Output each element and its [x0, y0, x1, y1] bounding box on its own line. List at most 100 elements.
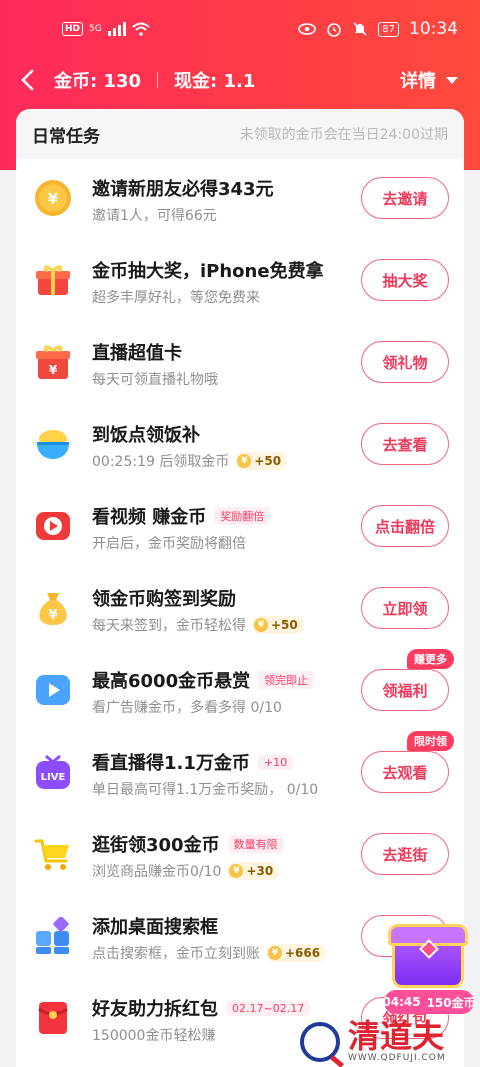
- expiry-note: 未领取的金币会在当日24:00过期: [239, 127, 448, 143]
- go-shopping-button[interactable]: 去逛街: [361, 833, 449, 875]
- task-subtitle: 看广告赚金币，多看多得 0/10: [92, 700, 282, 716]
- rice-bowl-icon: [37, 430, 69, 459]
- task-title: 直播超值卡: [92, 343, 182, 364]
- task-row-watch-live: LIVE 看直播得1.1万金币 +10 单日最高可得1.1万金币奖励， 0/10 …: [16, 731, 464, 815]
- task-title: 看直播得1.1万金币 +10: [92, 749, 294, 775]
- coin-icon: ¥: [254, 618, 268, 632]
- task-title: 好友助力拆红包 02.17~02.17: [92, 995, 311, 1021]
- chest-reward: 150金币: [426, 995, 476, 1010]
- watermark-logo-icon: [300, 1021, 340, 1062]
- task-subtitle: 超多丰厚好礼，等您免费来: [92, 290, 260, 306]
- task-tag: +10: [257, 754, 294, 770]
- cash-balance: 现金: 1.1: [174, 71, 256, 92]
- coin-icon: ¥: [268, 946, 282, 960]
- task-tag: 02.17~02.17: [226, 1000, 311, 1016]
- task-title: 领金币购签到奖励: [92, 589, 236, 610]
- chest-timer: 04:45 150金币: [382, 990, 476, 1014]
- alarm-icon: [327, 23, 342, 37]
- live-tv-icon: LIVE: [36, 754, 70, 789]
- task-row-watch-video: 看视频 赚金币 奖励翻倍 开启后，金币奖励将翻倍 点击翻倍: [16, 487, 464, 569]
- double-reward-button[interactable]: 点击翻倍: [361, 505, 449, 547]
- coin-reward-badge: ¥ +50: [252, 616, 304, 634]
- coin-reward-badge: ¥ +666: [266, 944, 327, 962]
- task-title: 邀请新朋友必得343元: [92, 179, 274, 200]
- coin-icon: ¥: [237, 454, 252, 468]
- back-button[interactable]: [0, 58, 54, 102]
- mute-icon: [353, 22, 367, 36]
- money-bag-icon: ¥: [39, 593, 67, 625]
- page-header: 金币: 130 现金: 1.1 详情: [0, 58, 480, 102]
- task-title: 金币抽大奖，iPhone免费拿: [92, 261, 324, 282]
- limited-time-bubble: 限时领: [407, 731, 454, 751]
- chevron-left-icon: [21, 69, 34, 91]
- svg-text:¥: ¥: [49, 363, 58, 377]
- task-row-lottery: 金币抽大奖，iPhone免费拿 超多丰厚好礼，等您免费来 抽大奖: [16, 241, 464, 323]
- task-title: 最高6000金币悬赏 领完即止: [92, 667, 315, 693]
- eye-icon: [298, 23, 317, 35]
- svg-text:LIVE: LIVE: [41, 772, 66, 783]
- card-header: 日常任务 未领取的金币会在当日24:00过期: [16, 109, 464, 159]
- task-subtitle: 邀请1人，可得66元: [92, 208, 217, 224]
- task-title: 到饭点领饭补: [92, 425, 200, 446]
- task-row-ad-bounty: 最高6000金币悬赏 领完即止 看广告赚金币，多看多得 0/10 领福利 赚更多: [16, 649, 464, 733]
- coin-reward-badge: ¥ +50: [235, 452, 288, 470]
- app-grid-icon: [36, 917, 69, 954]
- task-title: 逛街领300金币 数量有限: [92, 831, 284, 857]
- watermark-name: 清道夫: [348, 1017, 445, 1055]
- task-subtitle: 每天来签到，金币轻松得 ¥ +50: [92, 615, 304, 635]
- status-bar: HD 5G 87 10:34: [0, 0, 480, 58]
- battery-icon: 87: [378, 21, 399, 37]
- earn-more-bubble: 赚更多: [407, 649, 454, 669]
- task-title: 添加桌面搜索框: [92, 917, 218, 938]
- treasure-chest-widget[interactable]: 04:45 150金币: [382, 918, 476, 1018]
- signal-icon: [107, 22, 126, 36]
- get-benefit-button[interactable]: 领福利: [361, 669, 449, 711]
- svg-text:¥: ¥: [48, 190, 59, 208]
- chest-countdown: 04:45: [382, 995, 421, 1009]
- task-title: 看视频 赚金币 奖励翻倍: [92, 503, 271, 529]
- card-title: 日常任务: [32, 126, 100, 147]
- coin-icon: ¥: [229, 864, 244, 878]
- gift-icon: [36, 265, 70, 295]
- svg-text:¥: ¥: [48, 608, 57, 623]
- task-subtitle: 开启后，金币奖励将翻倍: [92, 536, 246, 552]
- detail-label: 详情: [400, 71, 436, 92]
- watch-live-button[interactable]: 去观看: [361, 751, 449, 793]
- red-envelope-icon: [38, 1002, 68, 1034]
- video-play-icon: [36, 512, 70, 540]
- task-row-meal-subsidy: 到饭点领饭补 00:25:19 后领取金币 ¥ +50 去查看: [16, 405, 464, 487]
- header-divider: [157, 72, 159, 88]
- task-subtitle: 00:25:19 后领取金币 ¥ +50: [92, 451, 288, 471]
- network-type: 5G: [89, 24, 102, 34]
- get-gift-button[interactable]: 领礼物: [361, 341, 449, 383]
- task-tag: 数量有限: [227, 835, 284, 853]
- lottery-button[interactable]: 抽大奖: [361, 259, 449, 301]
- task-subtitle: 浏览商品赚金币0/10 ¥ +30: [92, 861, 280, 881]
- watermark-url: WWW.QDFUJI.COM: [348, 1053, 446, 1063]
- hd-badge: HD: [62, 22, 84, 36]
- task-subtitle: 单日最高可得1.1万金币奖励， 0/10: [92, 782, 319, 798]
- shopping-cart-icon: [34, 839, 69, 870]
- task-subtitle: 150000金币轻松赚: [92, 1028, 216, 1044]
- task-tag: 领完即止: [258, 671, 315, 689]
- detail-dropdown[interactable]: 详情: [400, 67, 458, 93]
- coin-balance: 金币: 130: [54, 71, 142, 92]
- invite-button[interactable]: 去邀请: [361, 177, 449, 219]
- coin-reward-badge: ¥ +30: [227, 862, 280, 880]
- task-tag: 奖励翻倍: [214, 507, 271, 525]
- check-button[interactable]: 去查看: [361, 423, 449, 465]
- task-subtitle: 点击搜索框，金币立刻到账 ¥ +666: [92, 943, 327, 963]
- ad-play-icon: [36, 675, 70, 705]
- caret-down-icon: [446, 76, 458, 84]
- task-row-live-card: ¥ 直播超值卡 每天可领直播礼物哦 领礼物: [16, 323, 464, 405]
- coin-yuan-icon: ¥: [35, 180, 71, 216]
- wifi-icon: [132, 22, 150, 36]
- claim-now-button[interactable]: 立即领: [361, 587, 449, 629]
- gift-box-yuan-icon: ¥: [36, 345, 70, 379]
- clock: 10:34: [409, 19, 458, 39]
- task-subtitle: 每天可领直播礼物哦: [92, 372, 218, 388]
- task-row-shopping: 逛街领300金币 数量有限 浏览商品赚金币0/10 ¥ +30 去逛街: [16, 815, 464, 897]
- task-row-invite: ¥ 邀请新朋友必得343元 邀请1人，可得66元 去邀请: [16, 159, 464, 241]
- watermark: 清道夫 WWW.QDFUJI.COM: [300, 1016, 480, 1067]
- task-row-checkin: ¥ 领金币购签到奖励 每天来签到，金币轻松得 ¥ +50 立即领: [16, 569, 464, 651]
